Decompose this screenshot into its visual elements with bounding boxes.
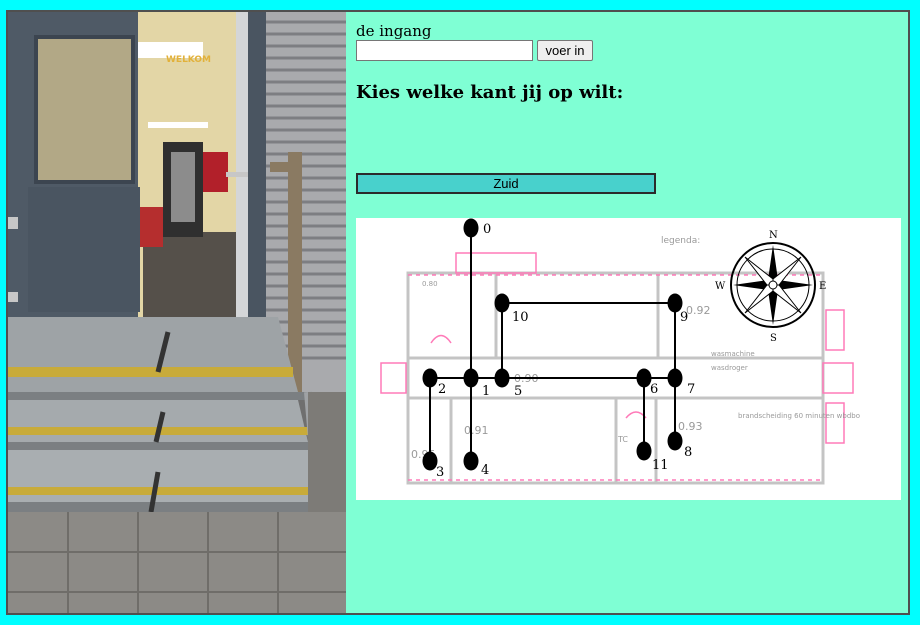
- route-node-label-7: 7: [687, 382, 695, 397]
- welcome-sign: WELKOM: [166, 55, 211, 65]
- tc-note: TC: [617, 435, 628, 444]
- room-label-093: 0.93: [678, 420, 703, 433]
- route-node-label-8: 8: [684, 445, 692, 460]
- route-nodes: 0 1 2 3 4 5 6 7 8 9 10 11: [422, 218, 695, 480]
- compass-icon: N S E W: [715, 230, 826, 344]
- room-label-091: 0.91: [464, 424, 489, 437]
- laundry-note-2: wasdroger: [711, 364, 748, 372]
- route-node-label-1: 1: [482, 384, 490, 399]
- route-node-label-0: 0: [483, 222, 491, 237]
- route-node-label-3: 3: [436, 465, 444, 480]
- entrance-label: de ingang: [356, 22, 432, 40]
- route-node-label-6: 6: [650, 382, 658, 397]
- route-node-5: [494, 368, 510, 388]
- route-node-4: [463, 451, 479, 471]
- route-node-11: [636, 441, 652, 461]
- route-node-label-4: 4: [481, 463, 489, 478]
- app-frame: WELKOM de ingang voer in Kies welke kant…: [6, 10, 910, 615]
- entrance-input[interactable]: [356, 40, 533, 61]
- compass-s: S: [770, 333, 777, 344]
- compass-e: E: [819, 281, 826, 292]
- compass-w: W: [715, 281, 726, 292]
- route-node-8: [667, 431, 683, 451]
- route-node-label-9: 9: [680, 310, 688, 325]
- room-label-092: 0.92: [686, 304, 711, 317]
- route-node-7: [667, 368, 683, 388]
- room-label-080: 0.80: [422, 280, 438, 288]
- direction-south-button[interactable]: Zuid: [356, 173, 656, 194]
- legend-label: legenda:: [661, 236, 700, 246]
- route-node-label-10: 10: [512, 310, 529, 325]
- entrance-photo-drawing: WELKOM: [8, 12, 346, 613]
- route-node-1: [463, 368, 479, 388]
- route-node-label-2: 2: [438, 382, 446, 397]
- route-node-10: [494, 293, 510, 313]
- compass-n: N: [769, 230, 778, 241]
- route-node-2: [422, 368, 438, 388]
- route-node-label-5: 5: [514, 384, 522, 399]
- fire-note: brandscheiding 60 minuten wbdbo: [738, 412, 860, 420]
- submit-button[interactable]: voer in: [537, 40, 593, 61]
- floorplan-map: legenda: 0.80 0.90 0.91 0.92 0.93 0.95 w…: [356, 218, 901, 500]
- laundry-note-1: wasmachine: [711, 350, 755, 358]
- entrance-photo: WELKOM: [8, 12, 346, 613]
- route-node-label-11: 11: [652, 458, 669, 473]
- form-panel: de ingang voer in Kies welke kant jij op…: [356, 12, 908, 613]
- page-heading: Kies welke kant jij op wilt:: [356, 82, 624, 103]
- route-node-0: [463, 218, 479, 238]
- floorplan-drawing: legenda: 0.80 0.90 0.91 0.92 0.93 0.95 w…: [380, 218, 860, 485]
